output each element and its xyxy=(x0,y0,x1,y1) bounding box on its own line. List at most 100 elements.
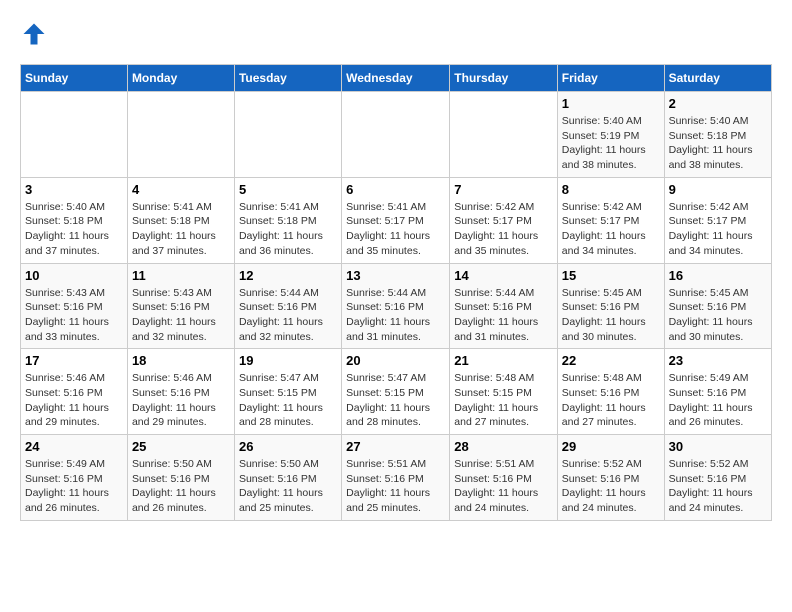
calendar-cell: 4Sunrise: 5:41 AMSunset: 5:18 PMDaylight… xyxy=(127,177,234,263)
day-number: 14 xyxy=(454,268,553,283)
day-info: Sunrise: 5:50 AMSunset: 5:16 PMDaylight:… xyxy=(239,457,337,516)
calendar-week-row: 10 Sunrise: 5:43 AMSunset: 5:16 PMDayligh… xyxy=(21,263,772,349)
weekday-header-thursday: Thursday xyxy=(450,65,558,92)
day-info: Sunrise: 5:44 AMSunset: 5:16 PMDaylight:… xyxy=(454,286,553,345)
day-info: Sunrise: 5:45 AMSunset: 5:16 PMDaylight:… xyxy=(562,286,660,345)
day-number: 12 xyxy=(239,268,337,283)
calendar-cell: 24 Sunrise: 5:49 AMSunset: 5:16 PMDayligh… xyxy=(21,435,128,521)
calendar-cell: 2 Sunrise: 5:40 AMSunset: 5:18 PMDaylight… xyxy=(664,92,771,178)
day-number: 26 xyxy=(239,439,337,454)
calendar-cell: 6Sunrise: 5:41 AMSunset: 5:17 PMDaylight… xyxy=(342,177,450,263)
day-number: 17 xyxy=(25,353,123,368)
day-number: 3 xyxy=(25,182,123,197)
day-number: 1 xyxy=(562,96,660,111)
day-info: Sunrise: 5:42 AMSunset: 5:17 PMDaylight:… xyxy=(669,200,767,259)
day-info: Sunrise: 5:48 AMSunset: 5:16 PMDaylight:… xyxy=(562,371,660,430)
calendar-cell xyxy=(342,92,450,178)
calendar-cell: 3 Sunrise: 5:40 AMSunset: 5:18 PMDaylight… xyxy=(21,177,128,263)
calendar-table: SundayMondayTuesdayWednesdayThursdayFrid… xyxy=(20,64,772,521)
calendar-cell: 28 Sunrise: 5:51 AMSunset: 5:16 PMDayligh… xyxy=(450,435,558,521)
calendar-cell: 13 Sunrise: 5:44 AMSunset: 5:16 PMDayligh… xyxy=(342,263,450,349)
day-number: 22 xyxy=(562,353,660,368)
day-info: Sunrise: 5:42 AMSunset: 5:17 PMDaylight:… xyxy=(454,200,553,259)
day-info: Sunrise: 5:51 AMSunset: 5:16 PMDaylight:… xyxy=(346,457,445,516)
day-number: 10 xyxy=(25,268,123,283)
day-info: Sunrise: 5:43 AMSunset: 5:16 PMDaylight:… xyxy=(132,286,230,345)
day-number: 18 xyxy=(132,353,230,368)
day-info: Sunrise: 5:47 AMSunset: 5:15 PMDaylight:… xyxy=(239,371,337,430)
day-info: Sunrise: 5:41 AMSunset: 5:17 PMDaylight:… xyxy=(346,200,445,259)
day-info: Sunrise: 5:46 AMSunset: 5:16 PMDaylight:… xyxy=(132,371,230,430)
calendar-cell: 25Sunrise: 5:50 AMSunset: 5:16 PMDayligh… xyxy=(127,435,234,521)
day-number: 20 xyxy=(346,353,445,368)
day-info: Sunrise: 5:45 AMSunset: 5:16 PMDaylight:… xyxy=(669,286,767,345)
day-number: 15 xyxy=(562,268,660,283)
calendar-cell: 30 Sunrise: 5:52 AMSunset: 5:16 PMDayligh… xyxy=(664,435,771,521)
calendar-week-row: 3 Sunrise: 5:40 AMSunset: 5:18 PMDaylight… xyxy=(21,177,772,263)
day-number: 30 xyxy=(669,439,767,454)
calendar-cell: 27 Sunrise: 5:51 AMSunset: 5:16 PMDayligh… xyxy=(342,435,450,521)
calendar-cell xyxy=(234,92,341,178)
day-number: 13 xyxy=(346,268,445,283)
day-info: Sunrise: 5:49 AMSunset: 5:16 PMDaylight:… xyxy=(669,371,767,430)
calendar-week-row: 17 Sunrise: 5:46 AMSunset: 5:16 PMDayligh… xyxy=(21,349,772,435)
day-number: 8 xyxy=(562,182,660,197)
day-info: Sunrise: 5:46 AMSunset: 5:16 PMDaylight:… xyxy=(25,371,123,430)
day-info: Sunrise: 5:52 AMSunset: 5:16 PMDaylight:… xyxy=(669,457,767,516)
weekday-header-friday: Friday xyxy=(557,65,664,92)
calendar-cell: 9 Sunrise: 5:42 AMSunset: 5:17 PMDaylight… xyxy=(664,177,771,263)
day-number: 9 xyxy=(669,182,767,197)
calendar-header-row: SundayMondayTuesdayWednesdayThursdayFrid… xyxy=(21,65,772,92)
day-info: Sunrise: 5:44 AMSunset: 5:16 PMDaylight:… xyxy=(239,286,337,345)
calendar-cell: 5 Sunrise: 5:41 AMSunset: 5:18 PMDaylight… xyxy=(234,177,341,263)
calendar-cell: 19 Sunrise: 5:47 AMSunset: 5:15 PMDayligh… xyxy=(234,349,341,435)
day-number: 28 xyxy=(454,439,553,454)
calendar-cell: 8 Sunrise: 5:42 AMSunset: 5:17 PMDaylight… xyxy=(557,177,664,263)
calendar-cell: 17 Sunrise: 5:46 AMSunset: 5:16 PMDayligh… xyxy=(21,349,128,435)
calendar-cell xyxy=(450,92,558,178)
weekday-header-monday: Monday xyxy=(127,65,234,92)
day-info: Sunrise: 5:48 AMSunset: 5:15 PMDaylight:… xyxy=(454,371,553,430)
day-number: 16 xyxy=(669,268,767,283)
day-info: Sunrise: 5:43 AMSunset: 5:16 PMDaylight:… xyxy=(25,286,123,345)
day-info: Sunrise: 5:40 AMSunset: 5:18 PMDaylight:… xyxy=(25,200,123,259)
logo-icon xyxy=(20,20,48,48)
calendar-cell: 14 Sunrise: 5:44 AMSunset: 5:16 PMDayligh… xyxy=(450,263,558,349)
day-number: 25 xyxy=(132,439,230,454)
calendar-cell: 21 Sunrise: 5:48 AMSunset: 5:15 PMDayligh… xyxy=(450,349,558,435)
day-number: 29 xyxy=(562,439,660,454)
weekday-header-wednesday: Wednesday xyxy=(342,65,450,92)
calendar-week-row: 1Sunrise: 5:40 AMSunset: 5:19 PMDaylight… xyxy=(21,92,772,178)
day-info: Sunrise: 5:47 AMSunset: 5:15 PMDaylight:… xyxy=(346,371,445,430)
day-number: 11 xyxy=(132,268,230,283)
day-info: Sunrise: 5:52 AMSunset: 5:16 PMDaylight:… xyxy=(562,457,660,516)
weekday-header-sunday: Sunday xyxy=(21,65,128,92)
calendar-cell: 22 Sunrise: 5:48 AMSunset: 5:16 PMDayligh… xyxy=(557,349,664,435)
calendar-cell: 1Sunrise: 5:40 AMSunset: 5:19 PMDaylight… xyxy=(557,92,664,178)
day-info: Sunrise: 5:41 AMSunset: 5:18 PMDaylight:… xyxy=(132,200,230,259)
day-info: Sunrise: 5:49 AMSunset: 5:16 PMDaylight:… xyxy=(25,457,123,516)
calendar-cell xyxy=(21,92,128,178)
calendar-cell: 11 Sunrise: 5:43 AMSunset: 5:16 PMDayligh… xyxy=(127,263,234,349)
day-number: 19 xyxy=(239,353,337,368)
logo xyxy=(20,20,52,48)
calendar-cell: 26 Sunrise: 5:50 AMSunset: 5:16 PMDayligh… xyxy=(234,435,341,521)
weekday-header-tuesday: Tuesday xyxy=(234,65,341,92)
day-info: Sunrise: 5:42 AMSunset: 5:17 PMDaylight:… xyxy=(562,200,660,259)
day-info: Sunrise: 5:41 AMSunset: 5:18 PMDaylight:… xyxy=(239,200,337,259)
day-number: 21 xyxy=(454,353,553,368)
calendar-cell: 23Sunrise: 5:49 AMSunset: 5:16 PMDayligh… xyxy=(664,349,771,435)
day-number: 7 xyxy=(454,182,553,197)
calendar-cell: 29 Sunrise: 5:52 AMSunset: 5:16 PMDayligh… xyxy=(557,435,664,521)
calendar-cell: 15 Sunrise: 5:45 AMSunset: 5:16 PMDayligh… xyxy=(557,263,664,349)
day-number: 2 xyxy=(669,96,767,111)
day-number: 24 xyxy=(25,439,123,454)
day-info: Sunrise: 5:40 AMSunset: 5:18 PMDaylight:… xyxy=(669,114,767,173)
calendar-cell: 10 Sunrise: 5:43 AMSunset: 5:16 PMDayligh… xyxy=(21,263,128,349)
day-number: 27 xyxy=(346,439,445,454)
calendar-cell: 16 Sunrise: 5:45 AMSunset: 5:16 PMDayligh… xyxy=(664,263,771,349)
day-number: 5 xyxy=(239,182,337,197)
calendar-cell: 20 Sunrise: 5:47 AMSunset: 5:15 PMDayligh… xyxy=(342,349,450,435)
day-info: Sunrise: 5:51 AMSunset: 5:16 PMDaylight:… xyxy=(454,457,553,516)
day-info: Sunrise: 5:44 AMSunset: 5:16 PMDaylight:… xyxy=(346,286,445,345)
